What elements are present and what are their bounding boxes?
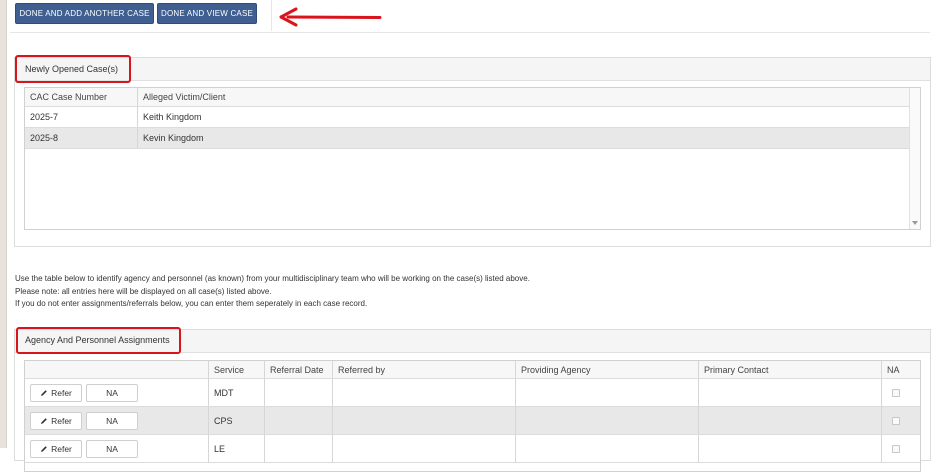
case-number-cell: 2025-7: [25, 107, 138, 127]
instruction-line-2: Please note: all entries here will be di…: [15, 287, 272, 296]
done-view-case-button[interactable]: DONE AND VIEW CASE: [157, 3, 257, 24]
actions-cell: Refer NA: [25, 435, 209, 462]
providing-agency-cell[interactable]: [516, 407, 699, 434]
table-row: Refer NA CPS: [25, 407, 920, 435]
primary-contact-cell[interactable]: [699, 379, 882, 406]
service-cell: CPS: [209, 407, 265, 434]
pencil-icon: [41, 417, 47, 424]
client-cell: Keith Kingdom: [143, 112, 202, 122]
providing-agency-cell[interactable]: [516, 379, 699, 406]
na-checkbox[interactable]: [892, 444, 900, 453]
refer-button[interactable]: Refer: [30, 383, 82, 402]
primary-contact-cell[interactable]: [699, 435, 882, 462]
service-cell: LE: [209, 435, 265, 462]
cases-panel: Newly Opened Case(s) CAC Case Number All…: [14, 57, 931, 247]
pencil-icon: [41, 445, 47, 452]
instruction-line-3: If you do not enter assignments/referral…: [15, 299, 368, 308]
column-header-primary-contact: Primary Contact: [699, 361, 882, 378]
na-checkbox[interactable]: [892, 388, 900, 397]
cases-panel-header: Newly Opened Case(s): [15, 58, 930, 81]
table-row: Refer NA LE: [25, 435, 920, 463]
referral-date-cell[interactable]: [265, 435, 333, 462]
case-number-cell: 2025-8: [25, 128, 138, 148]
refer-label: Refer: [51, 387, 72, 398]
na-checkbox[interactable]: [892, 416, 900, 425]
column-header-actions: [25, 361, 209, 378]
column-header-providing-agency: Providing Agency: [516, 361, 699, 378]
na-cell: [882, 379, 910, 406]
cases-grid: CAC Case Number Alleged Victim/Client 20…: [24, 87, 921, 230]
done-add-another-case-button[interactable]: DONE AND ADD ANOTHER CASE: [15, 3, 154, 24]
referred-by-cell[interactable]: [333, 379, 516, 406]
na-cell: [882, 407, 910, 434]
na-button[interactable]: NA: [86, 411, 138, 430]
na-cell: [882, 435, 910, 462]
column-header-referral-date: Referral Date: [265, 361, 333, 378]
service-cell: MDT: [209, 379, 265, 406]
refer-label: Refer: [51, 415, 72, 426]
actions-cell: Refer NA: [25, 407, 209, 434]
column-header-case-number: CAC Case Number: [25, 88, 138, 106]
cases-grid-scrollbar[interactable]: [909, 88, 920, 229]
referral-date-cell[interactable]: [265, 407, 333, 434]
referred-by-cell[interactable]: [333, 407, 516, 434]
annotation-arrow: [279, 7, 382, 27]
column-header-referred-by: Referred by: [333, 361, 516, 378]
column-header-client: Alleged Victim/Client: [143, 92, 226, 102]
assignments-title-highlight: [16, 327, 181, 354]
cases-title-highlight: [15, 55, 131, 83]
referred-by-cell[interactable]: [333, 435, 516, 462]
refer-button[interactable]: Refer: [30, 411, 82, 430]
actions-cell: Refer NA: [25, 379, 209, 406]
na-button[interactable]: NA: [86, 439, 138, 458]
client-cell: Kevin Kingdom: [143, 133, 204, 143]
table-row[interactable]: 2025-8 Kevin Kingdom: [25, 128, 920, 149]
primary-contact-cell[interactable]: [699, 407, 882, 434]
toolbar-bottom-divider: [10, 32, 930, 33]
providing-agency-cell[interactable]: [516, 435, 699, 462]
left-rail: [0, 0, 7, 448]
table-row: Refer NA MDT: [25, 379, 920, 407]
refer-button[interactable]: Refer: [30, 439, 82, 458]
table-row[interactable]: 2025-7 Keith Kingdom: [25, 107, 920, 128]
column-header-na: NA: [887, 364, 900, 375]
assignments-grid-header: Service Referral Date Referred by Provid…: [25, 361, 920, 379]
instruction-line-1: Use the table below to identify agency a…: [15, 274, 530, 283]
scroll-down-icon[interactable]: [912, 221, 918, 226]
referral-date-cell[interactable]: [265, 379, 333, 406]
cases-grid-header: CAC Case Number Alleged Victim/Client: [25, 88, 920, 107]
refer-label: Refer: [51, 443, 72, 454]
na-button[interactable]: NA: [86, 383, 138, 402]
assignments-grid: Service Referral Date Referred by Provid…: [24, 360, 921, 472]
pencil-icon: [41, 389, 47, 396]
column-header-service: Service: [209, 361, 265, 378]
